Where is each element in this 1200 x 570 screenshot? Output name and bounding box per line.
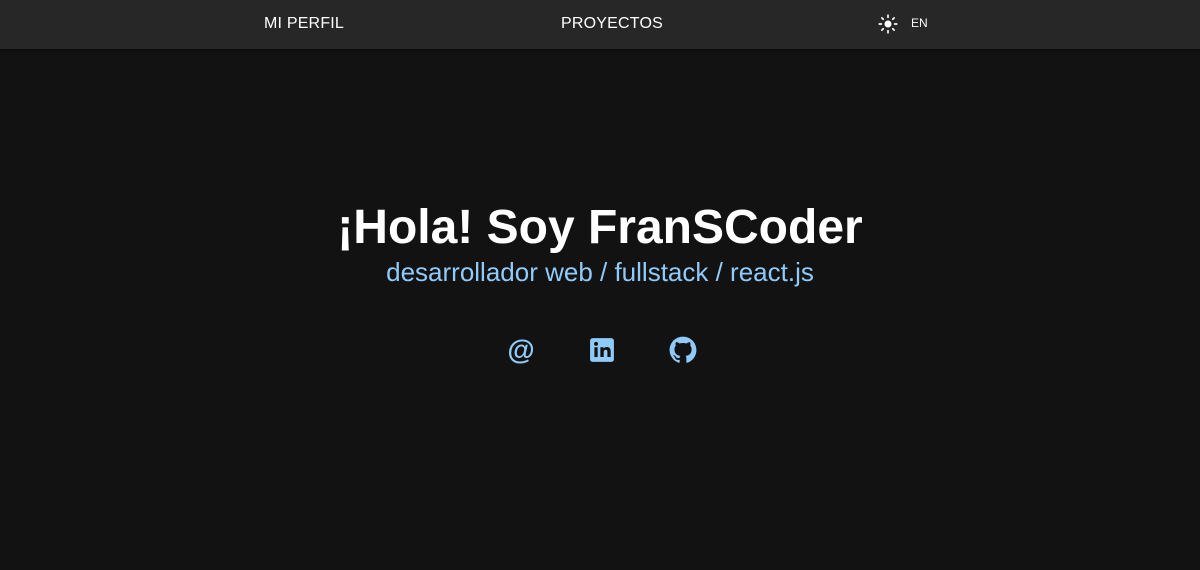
at-sign-icon: @ <box>507 334 535 365</box>
top-navbar: MI PERFIL PROYECTOS EN <box>0 0 1200 49</box>
linkedin-link[interactable] <box>588 336 616 364</box>
email-link[interactable]: @ <box>507 336 535 364</box>
nav-link-proyectos[interactable]: PROYECTOS <box>561 0 663 47</box>
sun-icon <box>878 14 898 34</box>
theme-toggle-button[interactable] <box>876 12 900 36</box>
hero-title: ¡Hola! Soy FranSCoder <box>337 201 863 254</box>
language-toggle-button[interactable]: EN <box>911 0 928 47</box>
github-link[interactable] <box>669 336 697 364</box>
linkedin-icon <box>590 338 614 362</box>
nav-link-mi-perfil[interactable]: MI PERFIL <box>264 0 344 47</box>
github-icon <box>669 336 697 363</box>
hero-subtitle: desarrollador web / fullstack / react.js <box>386 257 814 287</box>
